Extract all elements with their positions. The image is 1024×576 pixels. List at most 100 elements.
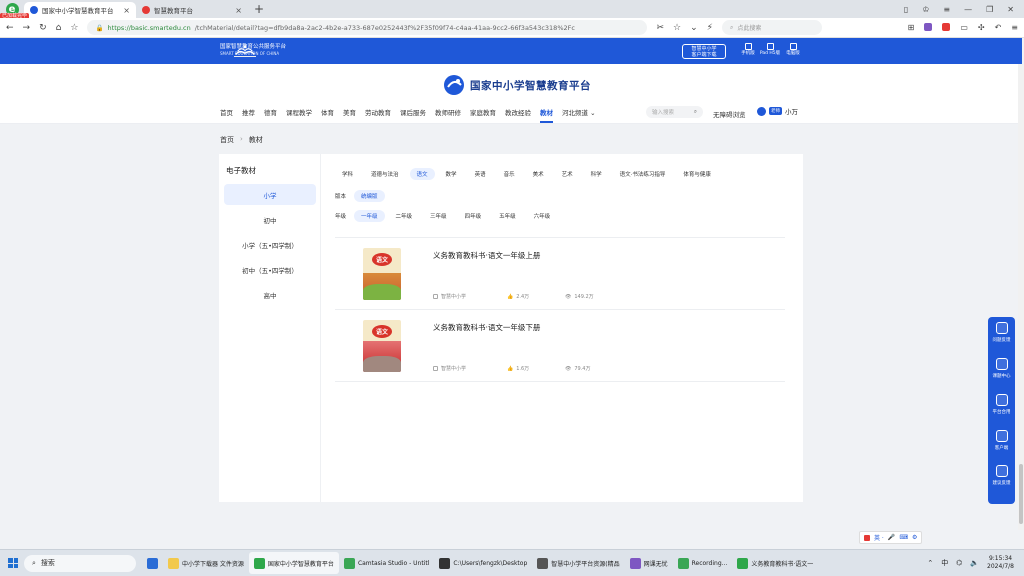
taskbar-app[interactable]: 智慧中小学平台资源(精品 — [532, 552, 624, 574]
subject-chip[interactable]: 语文·书法练习指导 — [613, 168, 673, 180]
nav-item[interactable]: 劳动教育 — [365, 107, 391, 117]
breadcrumb-home[interactable]: 首页 — [220, 135, 234, 145]
subject-chip[interactable]: 道德与法治 — [364, 168, 406, 180]
taskbar-app[interactable]: C:\Users\fengzk\Desktop — [434, 552, 532, 574]
home-icon[interactable]: ⌂ — [56, 23, 62, 33]
book-item[interactable]: 语文 义务教育教科书·语文一年级下册 智慧中小学 👍 1.6万 👁 79.4万 — [335, 310, 785, 382]
nav-item[interactable]: 河北频道 ⌄ — [562, 107, 596, 117]
sidebar-item[interactable]: 小学（五•四学制） — [224, 234, 316, 255]
grade-chip[interactable]: 六年级 — [527, 210, 558, 222]
sidebar-item[interactable]: 小学 — [224, 184, 316, 205]
shirt-icon[interactable]: ♔ — [922, 5, 929, 14]
lightning-icon[interactable]: ⚡ — [707, 23, 713, 33]
taskbar-app[interactable]: Camtasia Studio - Untitl — [339, 552, 434, 574]
cut-icon[interactable]: ✂ — [656, 23, 664, 33]
float-item[interactable]: 平台合用 — [988, 394, 1015, 415]
grade-chip[interactable]: 二年级 — [389, 210, 420, 222]
edition-chip[interactable]: 统编版 — [354, 190, 385, 202]
extension-icon[interactable] — [942, 23, 951, 31]
nav-item[interactable]: 美育 — [343, 107, 356, 117]
tab-other[interactable]: 智慧教育平台 × — [136, 2, 248, 18]
reload-icon[interactable]: ↻ — [39, 23, 47, 33]
nav-item[interactable]: 德育 — [264, 107, 277, 117]
taskbar-app[interactable] — [142, 552, 163, 574]
book-title[interactable]: 义务教育教科书·语文一年级上册 — [433, 250, 540, 261]
book-cover[interactable]: 语文 — [363, 320, 401, 372]
browser-search-box[interactable]: ⌕ 点此搜索 — [721, 20, 822, 35]
nav-item[interactable]: 课程教学 — [286, 107, 312, 117]
extension-icon[interactable] — [924, 23, 933, 31]
grade-chip[interactable]: 三年级 — [423, 210, 454, 222]
subject-chip[interactable]: 艺术 — [555, 168, 580, 180]
profile-icon[interactable]: ▯ — [904, 5, 908, 14]
tab-smartedu[interactable]: 国家中小学智慧教育平台 × — [24, 2, 136, 18]
ime-toolbar[interactable]: 英 · 🎤 ⌨ ⚙ — [859, 531, 923, 544]
float-item[interactable]: 客户端 — [988, 430, 1015, 451]
browser-logo-icon[interactable]: e 已加载完毕 — [0, 0, 30, 20]
taskbar-app[interactable]: 国家中小学智慧教育平台 — [248, 552, 339, 574]
minimize-icon[interactable]: — — [964, 5, 972, 14]
pc-version-link[interactable]: 电脑版 — [782, 43, 804, 57]
client-download-button[interactable]: 智慧中小学 客户端下载 — [682, 44, 726, 59]
taskbar-app[interactable]: 网课无忧 — [625, 552, 673, 574]
nav-item[interactable]: 教材 — [540, 107, 553, 123]
taskbar-app[interactable]: Recording... — [673, 552, 733, 574]
chevron-up-icon[interactable]: ⌃ — [927, 559, 933, 567]
puzzle-icon[interactable]: ✣ — [978, 23, 985, 32]
mobile-version-link[interactable]: 手机版 — [737, 43, 759, 57]
forward-icon[interactable]: → — [23, 23, 31, 33]
window-icon[interactable]: ▭ — [960, 23, 968, 32]
book-title[interactable]: 义务教育教科书·语文一年级下册 — [433, 322, 540, 333]
input-method-icon[interactable]: 中 — [941, 558, 948, 568]
start-windows-icon[interactable] — [8, 558, 18, 568]
close-window-icon[interactable]: ✕ — [1007, 5, 1014, 14]
grade-chip[interactable]: 四年级 — [458, 210, 489, 222]
book-item[interactable]: 语文 义务教育教科书·语文一年级上册 智慧中小学 👍 2.4万 👁 149.2万 — [335, 238, 785, 310]
mic-icon[interactable]: 🎤 — [888, 534, 895, 541]
book-cover[interactable]: 语文 — [363, 248, 401, 300]
smart-education-logo[interactable]: 国家智慧教育公共服务平台 SMART EDUCATION OF CHINA — [220, 44, 286, 57]
favorite-icon[interactable]: ☆ — [673, 23, 681, 33]
sidebar-item[interactable]: 高中 — [224, 284, 316, 305]
float-item[interactable]: 问题反馈 — [988, 322, 1015, 343]
site-search-input[interactable]: 输入搜索 ⌕ — [646, 106, 703, 118]
sidebar-item[interactable]: 初中 — [224, 209, 316, 230]
nav-item[interactable]: 教师研修 — [435, 107, 461, 117]
dropdown-icon[interactable]: ⌄ — [690, 23, 698, 33]
nav-item[interactable]: 首页 — [220, 107, 233, 117]
nav-item[interactable]: 课后服务 — [400, 107, 426, 117]
more-menu-icon[interactable]: ≡ — [1011, 23, 1018, 32]
menu-icon[interactable]: ≡ — [943, 5, 950, 14]
subject-chip[interactable]: 语文 — [409, 168, 435, 180]
float-item[interactable]: 建议反馈 — [988, 465, 1015, 486]
nav-item[interactable]: 体育 — [321, 107, 334, 117]
grid-icon[interactable]: ⊞ — [908, 23, 915, 32]
breadcrumb-textbook[interactable]: 教材 — [249, 135, 263, 145]
user-menu[interactable]: 老师 小万 — [757, 106, 798, 116]
settings-icon[interactable]: ⚙ — [912, 534, 917, 541]
subject-chip[interactable]: 美术 — [526, 168, 551, 180]
barrier-free-link[interactable]: 无障碍浏览 — [713, 109, 746, 119]
nav-item[interactable]: 教改经验 — [505, 107, 531, 117]
volume-icon[interactable]: 🔈 — [970, 559, 979, 567]
subject-chip[interactable]: 体育与健康 — [676, 168, 718, 180]
close-tab-icon[interactable]: × — [235, 6, 242, 15]
page-scrollbar[interactable] — [1018, 64, 1024, 530]
close-tab-icon[interactable]: × — [123, 6, 130, 15]
restore-icon[interactable]: ❐ — [986, 5, 993, 14]
grade-chip[interactable]: 五年级 — [492, 210, 523, 222]
pad-version-link[interactable]: Pad H5版 — [759, 43, 781, 57]
url-field[interactable]: 🔒 https://basic.smartedu.cn/tchMaterial/… — [87, 20, 648, 35]
subject-chip[interactable]: 音乐 — [497, 168, 522, 180]
search-icon[interactable]: ⌕ — [694, 109, 697, 116]
subject-chip[interactable]: 科学 — [584, 168, 609, 180]
taskbar-app[interactable]: 中小学下载器 文件资源 — [163, 552, 249, 574]
nav-item[interactable]: 家庭教育 — [470, 107, 496, 117]
bookmark-star-icon[interactable]: ☆ — [70, 23, 78, 33]
new-tab-button[interactable]: + — [254, 2, 264, 16]
float-item[interactable]: 课题中心 — [988, 358, 1015, 379]
keyboard-icon[interactable]: ⌨ — [899, 534, 908, 541]
undo-icon[interactable]: ↶ — [995, 23, 1002, 32]
subject-chip[interactable]: 英语 — [468, 168, 493, 180]
taskbar-search[interactable]: ⌕ 搜索 — [24, 554, 136, 572]
